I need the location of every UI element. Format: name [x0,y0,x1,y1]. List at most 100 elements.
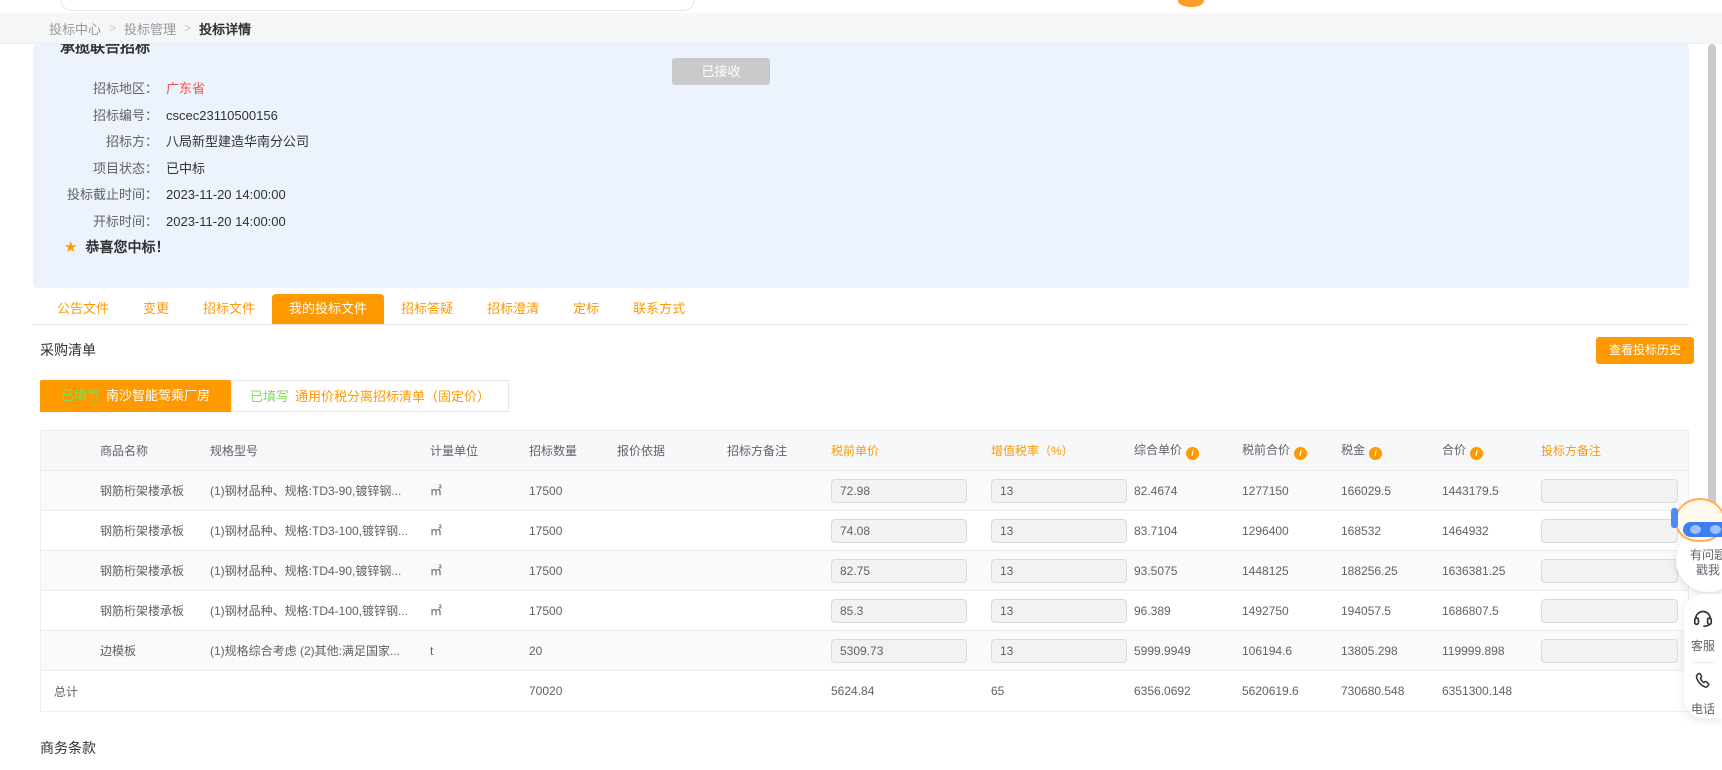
cell-combined-unit-price: 83.7104 [1134,524,1242,538]
customer-service-label[interactable]: 客服 [1691,637,1715,654]
pretax-price-input[interactable] [831,599,967,623]
field-value-tender-no: cscec23110500156 [166,103,278,130]
filled-status-badge: 已填写 [61,388,100,403]
detail-tabs: 公告文件 变更 招标文件 我的投标文件 招标答疑 招标澄清 定标 联系方式 [40,294,702,324]
col-product-name: 商品名称 [41,442,210,459]
vat-rate-input[interactable] [991,639,1127,663]
vat-rate-input[interactable] [991,559,1127,583]
cell-product-name: 钢筋桁架楼承板 [41,522,210,539]
cell-tax: 168532 [1341,524,1442,538]
project-title: 承揽联合招标 [60,44,150,57]
cell-total: 1636381.25 [1442,564,1541,578]
cell-unit: ㎡ [430,522,529,539]
assistant-mascot[interactable] [1671,494,1722,546]
vat-rate-input[interactable] [991,479,1127,503]
bid-detail-page: 投标中心 > 投标管理 > 投标详情 承揽联合招标 已接收 招标地区：广东省 招… [0,0,1722,770]
pretax-price-input[interactable] [831,639,967,663]
tabs-divider [33,324,1689,325]
breadcrumb-item-bid-management[interactable]: 投标管理 [124,19,176,38]
procurement-list-title: 采购清单 [40,340,96,360]
field-label: 项目状态： [33,156,158,183]
chevron-separator-icon: > [184,21,191,35]
tab-tender-qa[interactable]: 招标答疑 [384,294,470,324]
field-label: 招标方： [33,129,158,156]
total-qty: 70020 [529,684,617,698]
pretax-price-input[interactable] [831,479,967,503]
pretax-price-input[interactable] [831,559,967,583]
breadcrumb-item-bid-detail: 投标详情 [199,19,251,38]
cell-product-name: 边模板 [41,642,210,659]
tab-tender-files[interactable]: 招标文件 [186,294,272,324]
phone-icon[interactable] [1693,671,1713,696]
subtab-nansha-plant[interactable]: 已填写南沙智能驾乘厂房 [40,380,231,412]
cell-qty: 17500 [529,564,617,578]
breadcrumb-item-bid-center[interactable]: 投标中心 [49,19,101,38]
total-total: 6351300.148 [1442,684,1541,698]
col-unit: 计量单位 [430,442,529,459]
col-combined-unit-price: 综合单价i [1134,441,1242,460]
accepted-status-button[interactable]: 已接收 [672,58,770,85]
cell-combined-unit-price: 96.389 [1134,604,1242,618]
col-vat-rate: 增值税率（%） [991,442,1134,459]
bidder-note-input[interactable] [1541,519,1678,543]
field-value-status: 已中标 [166,156,205,183]
info-icon[interactable]: i [1294,447,1307,460]
vat-rate-input[interactable] [991,519,1127,543]
cell-tax: 166029.5 [1341,484,1442,498]
field-row: 招标地区：广东省 [33,76,309,103]
tab-changes[interactable]: 变更 [126,294,186,324]
mascot-goggles-icon [1683,522,1722,537]
cell-unit: ㎡ [430,482,529,499]
info-icon[interactable]: i [1186,447,1199,460]
info-icon[interactable]: i [1369,447,1382,460]
table-row: 边模板 (1)规格综合考虑 (2)其他:满足国家... t 20 5999.99… [41,631,1688,671]
col-quote-basis: 报价依据 [617,442,727,459]
project-summary-panel: 承揽联合招标 已接收 招标地区：广东省 招标编号：cscec2311050015… [33,44,1689,288]
tab-announcement-files[interactable]: 公告文件 [40,294,126,324]
vat-rate-input[interactable] [991,599,1127,623]
cell-product-name: 钢筋桁架楼承板 [41,482,210,499]
bidder-note-input[interactable] [1541,479,1678,503]
cell-unit: ㎡ [430,562,529,579]
bidder-note-input[interactable] [1541,639,1678,663]
cell-pretax-total: 106194.6 [1242,644,1341,658]
subtab-general-price-tax-list[interactable]: 已填写通用价税分离招标清单（固定价） [231,380,509,412]
info-icon[interactable]: i [1470,447,1483,460]
cell-combined-unit-price: 82.4674 [1134,484,1242,498]
tab-my-bid-files[interactable]: 我的投标文件 [272,294,384,324]
cell-spec: (1)规格综合考虑 (2)其他:满足国家... [210,642,430,659]
cell-total: 1686807.5 [1442,604,1541,618]
cell-pretax-total: 1492750 [1242,604,1341,618]
cell-unit: ㎡ [430,602,529,619]
cell-combined-unit-price: 93.5075 [1134,564,1242,578]
cell-product-name: 钢筋桁架楼承板 [41,562,210,579]
congrats-text: 恭喜您中标！ [85,237,169,257]
tab-award[interactable]: 定标 [556,294,616,324]
bidder-note-input[interactable] [1541,599,1678,623]
cell-pretax-total: 1296400 [1242,524,1341,538]
headset-icon[interactable] [1692,606,1714,633]
table-row: 钢筋桁架楼承板 (1)钢材品种、规格:TD4-100,镀锌钢... ㎡ 1750… [41,591,1688,631]
assistant-bubble-text: 戳我 [1676,563,1722,578]
cell-total: 119999.898 [1442,644,1541,658]
cell-qty: 17500 [529,484,617,498]
view-bid-history-button[interactable]: 查看投标历史 [1596,337,1694,364]
col-tenderer-note: 招标方备注 [727,442,831,459]
bidder-note-input[interactable] [1541,559,1678,583]
field-row: 开标时间：2023-11-20 14:00:00 [33,209,309,236]
customer-service-panel: 客服 电话 [1684,594,1722,718]
table-header-row: 商品名称 规格型号 计量单位 招标数量 报价依据 招标方备注 税前单价 增值税率… [41,431,1688,471]
logo-fragment [1178,0,1204,7]
field-row: 招标编号：cscec23110500156 [33,103,309,130]
tab-contact[interactable]: 联系方式 [616,294,702,324]
search-box-fragment [60,0,695,11]
pretax-price-input[interactable] [831,519,967,543]
field-label: 招标地区： [33,76,158,103]
total-combined-unit-price: 6356.0692 [1134,684,1242,698]
divider [1692,662,1714,663]
phone-label[interactable]: 电话 [1691,700,1715,717]
col-pretax-unit-price: 税前单价 [831,442,991,459]
tab-tender-clarification[interactable]: 招标澄清 [470,294,556,324]
subtab-label: 通用价税分离招标清单（固定价） [295,389,490,404]
field-label: 投标截止时间： [33,182,158,209]
